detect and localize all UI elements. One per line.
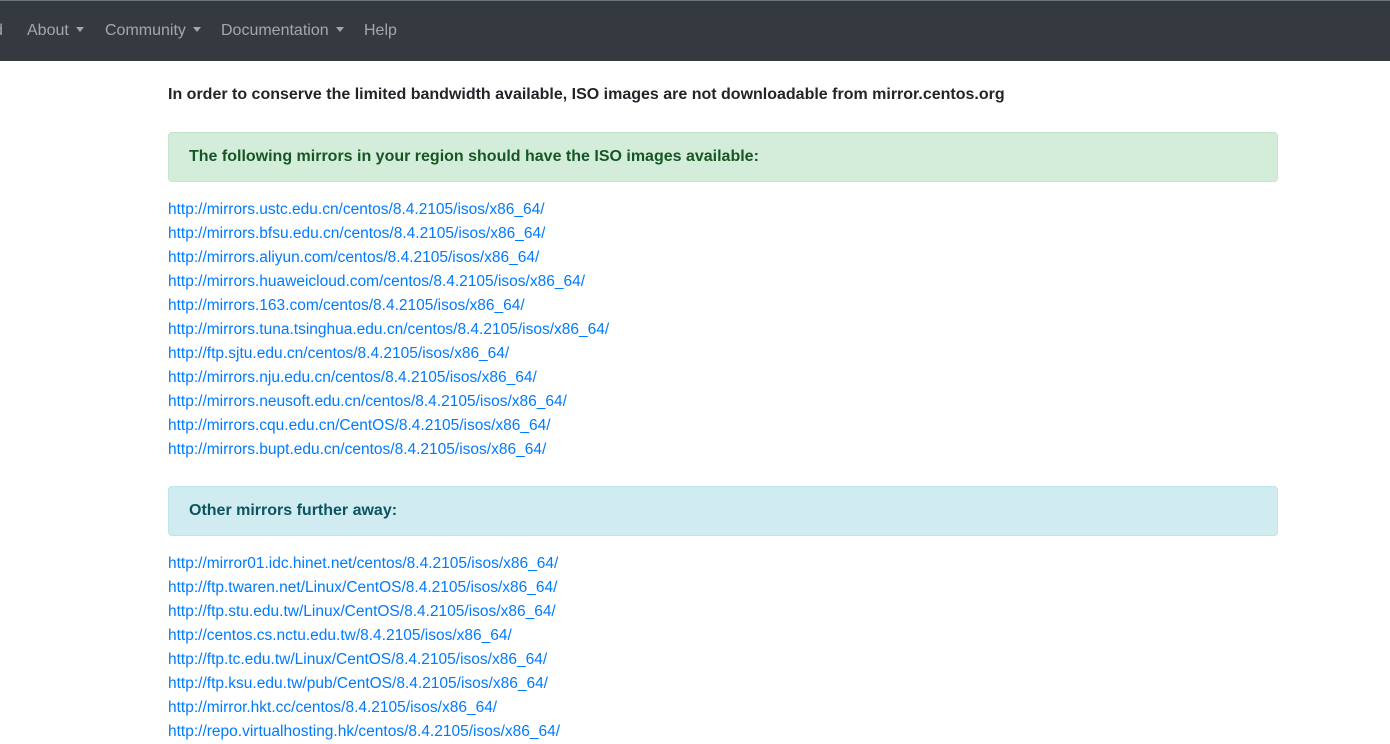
list-item: http://repo.virtualhosting.hk/centos/8.4… [168, 720, 560, 744]
list-item: http://mirrors.nju.edu.cn/centos/8.4.210… [168, 366, 609, 390]
mirror-link[interactable]: http://mirror.hkt.cc/centos/8.4.2105/iso… [168, 699, 497, 716]
list-item: http://mirrors.tuna.tsinghua.edu.cn/cent… [168, 318, 609, 342]
list-item: http://ftp.sjtu.edu.cn/centos/8.4.2105/i… [168, 342, 609, 366]
list-item: http://ftp.twaren.net/Linux/CentOS/8.4.2… [168, 576, 560, 600]
mirror-link[interactable]: http://mirrors.huaweicloud.com/centos/8.… [168, 273, 585, 290]
nav-item-download-partial[interactable]: d [0, 21, 3, 41]
region-mirrors-alert: The following mirrors in your region sho… [168, 132, 1278, 182]
mirror-link[interactable]: http://centos.cs.nctu.edu.tw/8.4.2105/is… [168, 627, 512, 644]
mirror-link[interactable]: http://ftp.tc.edu.tw/Linux/CentOS/8.4.21… [168, 651, 547, 668]
list-item: http://ftp.stu.edu.tw/Linux/CentOS/8.4.2… [168, 600, 560, 624]
list-item: http://mirrors.cqu.edu.cn/CentOS/8.4.210… [168, 414, 609, 438]
list-item: http://mirror.hkt.cc/centos/8.4.2105/iso… [168, 696, 560, 720]
mirror-link[interactable]: http://ftp.stu.edu.tw/Linux/CentOS/8.4.2… [168, 603, 556, 620]
mirror-link[interactable]: http://mirrors.aliyun.com/centos/8.4.210… [168, 249, 539, 266]
mirror-link[interactable]: http://mirrors.bupt.edu.cn/centos/8.4.21… [168, 441, 546, 458]
mirror-link[interactable]: http://mirrors.neusoft.edu.cn/centos/8.4… [168, 393, 567, 410]
mirror-link[interactable]: http://mirrors.bfsu.edu.cn/centos/8.4.21… [168, 225, 545, 242]
mirror-link[interactable]: http://ftp.ksu.edu.tw/pub/CentOS/8.4.210… [168, 675, 548, 692]
bandwidth-notice: In order to conserve the limited bandwid… [168, 86, 1005, 103]
list-item: http://mirrors.huaweicloud.com/centos/8.… [168, 270, 609, 294]
region-mirror-list: http://mirrors.ustc.edu.cn/centos/8.4.21… [168, 198, 609, 462]
nav-item-documentation[interactable]: Documentation [221, 21, 344, 41]
mirror-link[interactable]: http://mirror01.idc.hinet.net/centos/8.4… [168, 555, 558, 572]
mirror-link[interactable]: http://ftp.twaren.net/Linux/CentOS/8.4.2… [168, 579, 557, 596]
nav-item-community[interactable]: Community [105, 21, 201, 41]
list-item: http://mirrors.neusoft.edu.cn/centos/8.4… [168, 390, 609, 414]
nav-item-community-label: Community [105, 22, 186, 39]
list-item: http://mirrors.aliyun.com/centos/8.4.210… [168, 246, 609, 270]
mirror-link[interactable]: http://mirrors.nju.edu.cn/centos/8.4.210… [168, 369, 537, 386]
mirror-link[interactable]: http://ftp.sjtu.edu.cn/centos/8.4.2105/i… [168, 345, 509, 362]
chevron-down-icon [335, 27, 344, 32]
list-item: http://mirrors.163.com/centos/8.4.2105/i… [168, 294, 609, 318]
top-navbar: d About Community Documentation Help [0, 0, 1390, 61]
far-mirror-list: http://mirror01.idc.hinet.net/centos/8.4… [168, 552, 560, 744]
mirror-link[interactable]: http://mirrors.cqu.edu.cn/CentOS/8.4.210… [168, 417, 551, 434]
nav-item-about[interactable]: About [27, 21, 84, 41]
mirror-link[interactable]: http://repo.virtualhosting.hk/centos/8.4… [168, 723, 560, 740]
nav-item-help[interactable]: Help [364, 21, 397, 41]
chevron-down-icon [192, 27, 201, 32]
list-item: http://mirrors.bfsu.edu.cn/centos/8.4.21… [168, 222, 609, 246]
list-item: http://ftp.ksu.edu.tw/pub/CentOS/8.4.210… [168, 672, 560, 696]
mirror-link[interactable]: http://mirrors.tuna.tsinghua.edu.cn/cent… [168, 321, 609, 338]
list-item: http://centos.cs.nctu.edu.tw/8.4.2105/is… [168, 624, 560, 648]
list-item: http://mirrors.ustc.edu.cn/centos/8.4.21… [168, 198, 609, 222]
nav-item-about-label: About [27, 22, 69, 39]
list-item: http://mirror01.idc.hinet.net/centos/8.4… [168, 552, 560, 576]
list-item: http://ftp.tc.edu.tw/Linux/CentOS/8.4.21… [168, 648, 560, 672]
mirror-link[interactable]: http://mirrors.ustc.edu.cn/centos/8.4.21… [168, 201, 545, 218]
chevron-down-icon [75, 27, 84, 32]
far-mirrors-alert: Other mirrors further away: [168, 486, 1278, 536]
nav-item-documentation-label: Documentation [221, 22, 329, 39]
mirror-link[interactable]: http://mirrors.163.com/centos/8.4.2105/i… [168, 297, 525, 314]
list-item: http://mirrors.bupt.edu.cn/centos/8.4.21… [168, 438, 609, 462]
